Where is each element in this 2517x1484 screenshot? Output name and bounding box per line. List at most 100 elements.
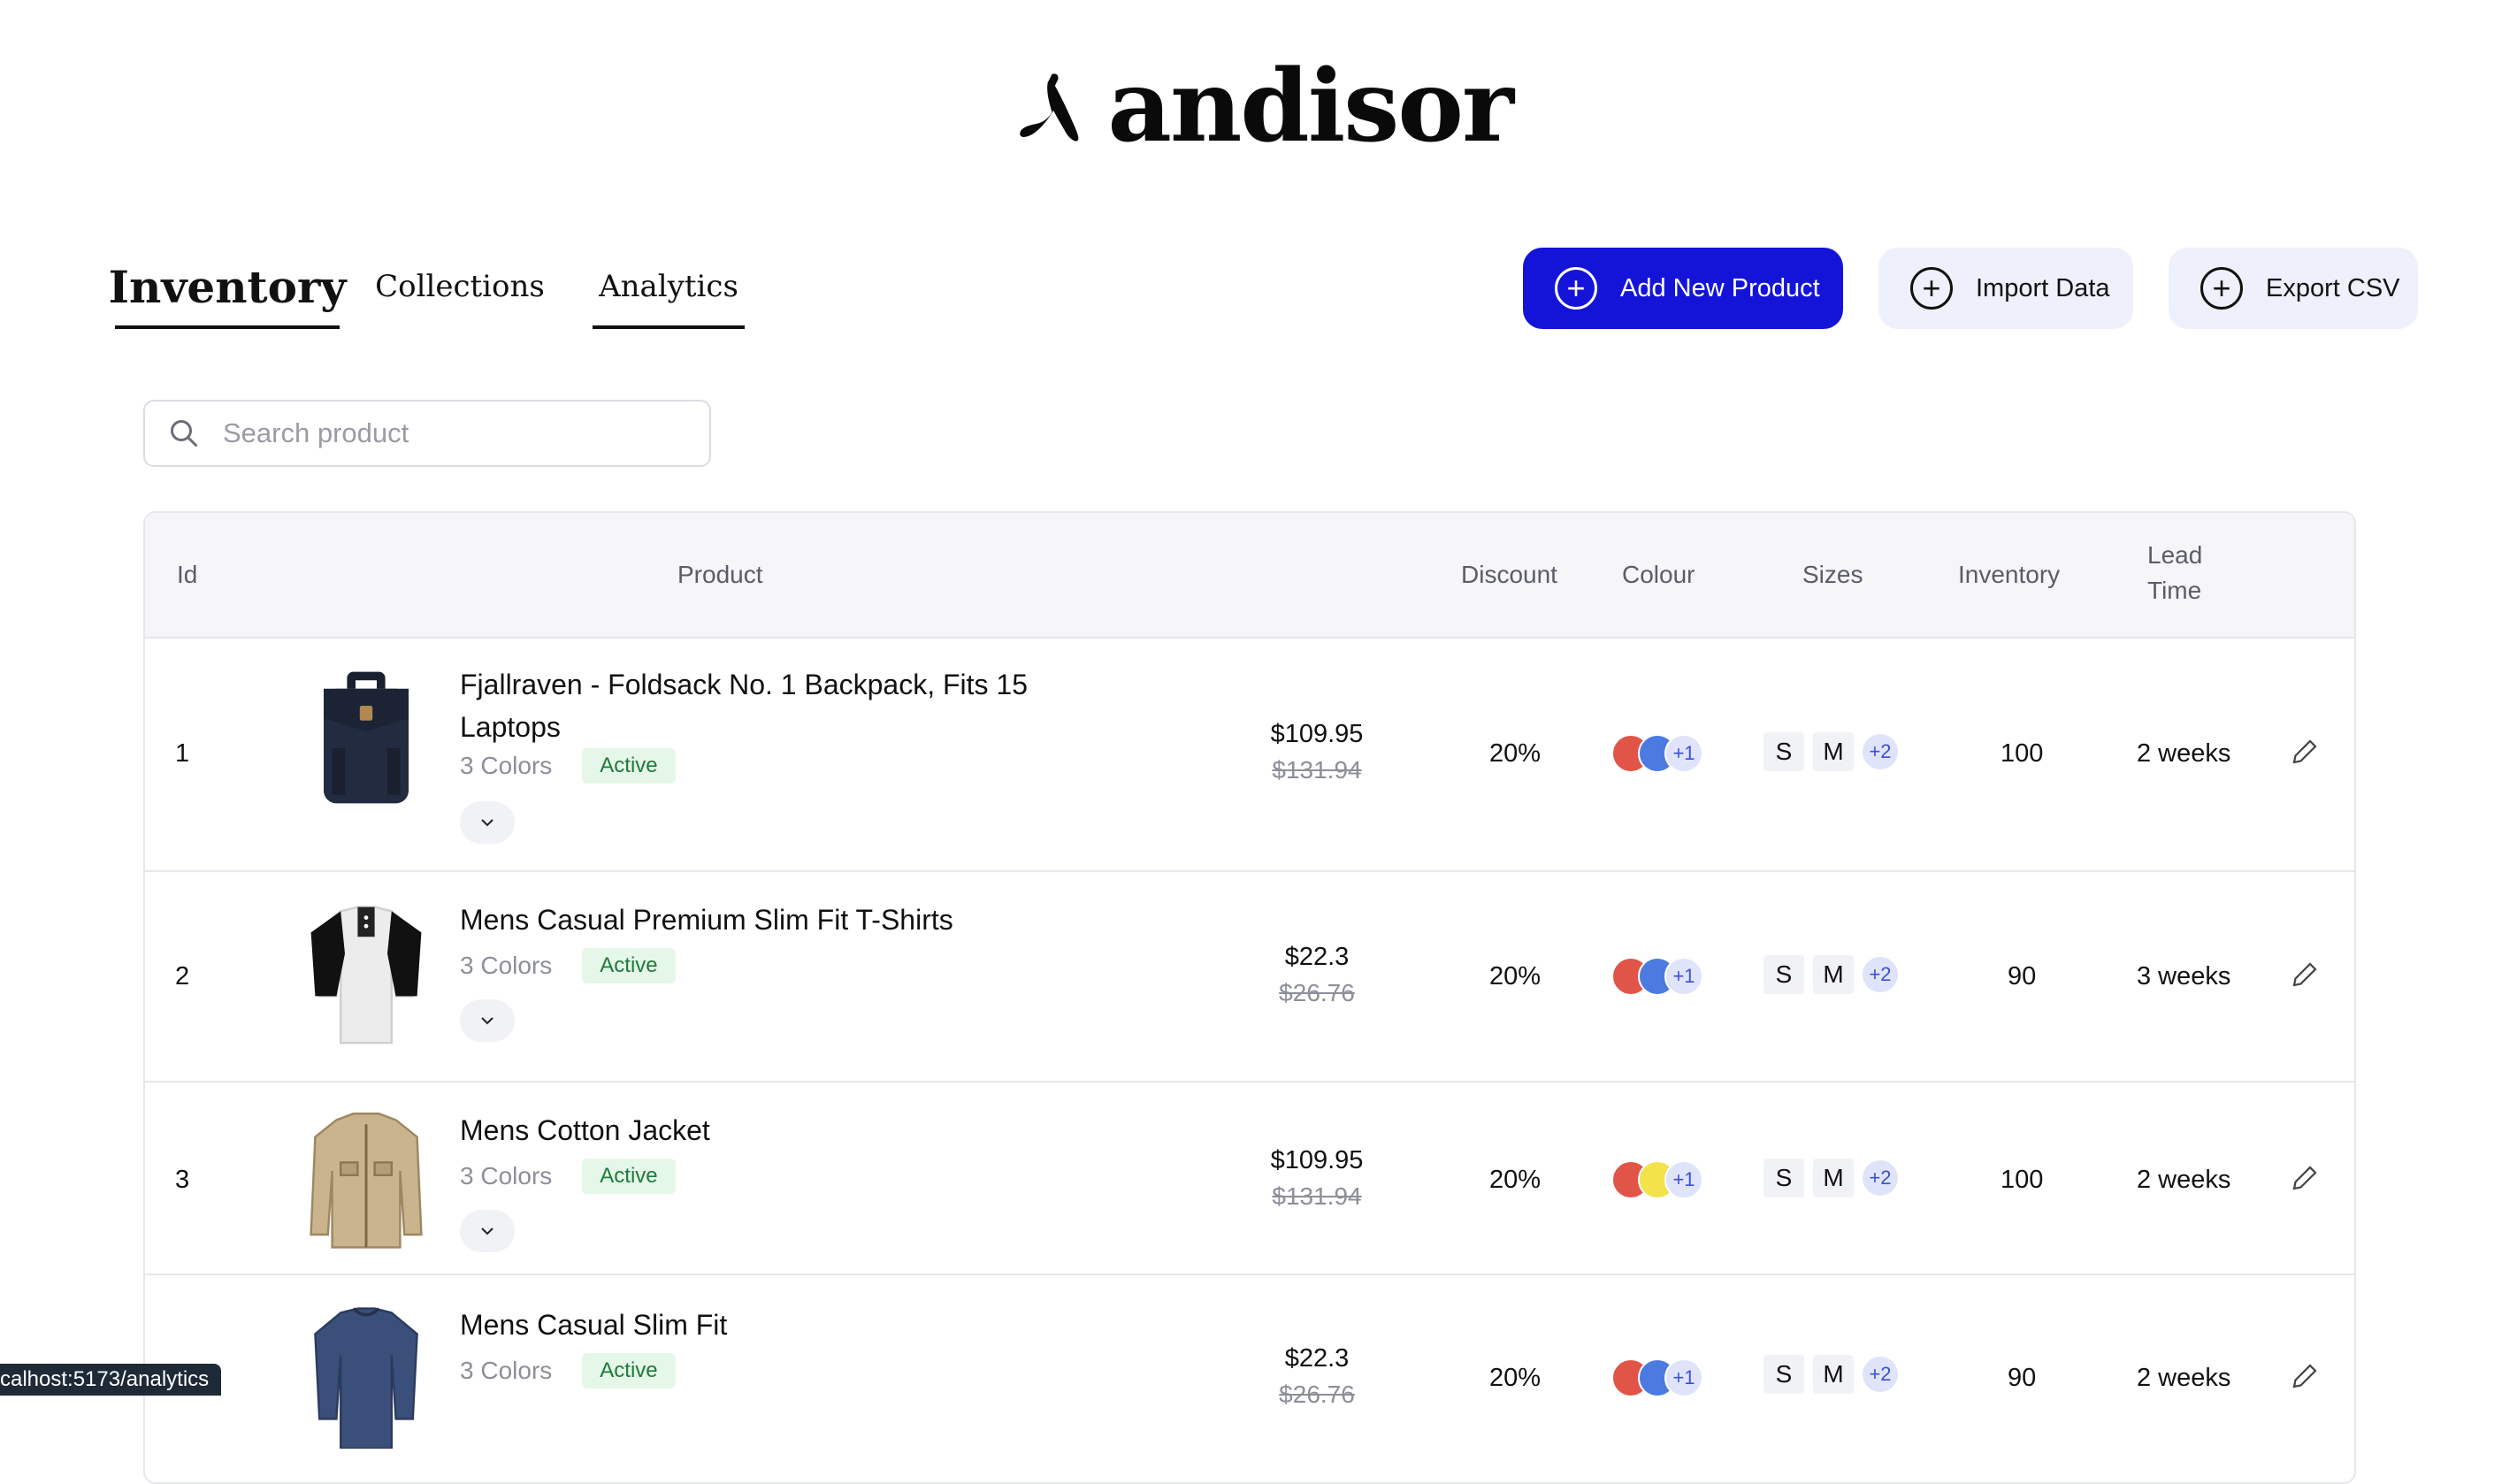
lead-time: 2 weeks (2137, 1364, 2231, 1392)
import-data-button[interactable]: + Import Data (1878, 248, 2133, 329)
table-row[interactable]: 2 Mens Casual Premium Slim Fit T-Shirts … (145, 872, 2354, 1082)
expand-button[interactable] (460, 801, 515, 844)
size-chip: S (1763, 732, 1804, 771)
edit-pencil-icon[interactable] (2289, 1162, 2321, 1194)
header-colour: Colour (1622, 561, 1695, 588)
original-price: $131.94 (1272, 1182, 1362, 1210)
tab-collections[interactable]: Collections (371, 248, 548, 325)
andisor-logo-icon (1020, 73, 1079, 142)
size-chip: M (1813, 1159, 1854, 1197)
search-icon (171, 420, 197, 447)
product-meta: 3 Colors Active (460, 1159, 676, 1194)
more-colors: +1 (1664, 734, 1703, 773)
import-data-label: Import Data (1976, 273, 2110, 302)
inventory-count: 90 (2008, 962, 2037, 991)
more-colors: +1 (1664, 1160, 1703, 1199)
discount: 20% (1489, 962, 1542, 991)
lead-time: 3 weeks (2137, 962, 2231, 991)
product-name: Mens Cotton Jacket (460, 1114, 710, 1146)
add-new-product-label: Add New Product (1620, 273, 1820, 302)
shirt-image (314, 1307, 418, 1449)
header-inventory: Inventory (1958, 561, 2061, 588)
product-name: Mens Casual Slim Fit (460, 1309, 728, 1341)
discount: 20% (1489, 739, 1542, 768)
table-row[interactable]: 3 Mens Cotton Jacket 3 Colors Active $10… (145, 1082, 2354, 1275)
product-meta: 3 Colors Active (460, 748, 676, 784)
color-count: 3 Colors (460, 1162, 553, 1189)
plus-circle-icon: + (1910, 267, 1953, 310)
product-name: Mens Casual Premium Slim Fit T-Shirts (460, 904, 953, 936)
original-price: $26.76 (1279, 979, 1355, 1006)
chevron-down-icon (481, 819, 493, 827)
original-price: $26.76 (1279, 1381, 1355, 1408)
color-swatches: +1 (1611, 734, 1703, 773)
lead-time: 2 weeks (2137, 739, 2231, 768)
add-new-product-button[interactable]: + Add New Product (1523, 248, 1843, 329)
header-discount: Discount (1461, 561, 1557, 588)
expand-button[interactable] (460, 1210, 515, 1252)
price: $22.3 $26.76 (1242, 943, 1392, 1007)
size-chip: S (1763, 1159, 1804, 1197)
row-id: 1 (175, 739, 190, 768)
more-sizes: +2 (1863, 1357, 1898, 1392)
more-sizes: +2 (1863, 1160, 1898, 1196)
chevron-down-icon (481, 1017, 493, 1025)
edit-pencil-icon[interactable] (2289, 736, 2321, 768)
color-count: 3 Colors (460, 752, 553, 779)
current-price: $22.3 (1284, 1344, 1350, 1373)
header-product: Product (677, 561, 763, 588)
lead-time: 2 weeks (2137, 1166, 2231, 1194)
price: $109.95 $131.94 (1242, 720, 1392, 784)
price: $109.95 $131.94 (1242, 1146, 1392, 1211)
browser-status-url: calhost:5173/analytics (0, 1364, 222, 1396)
tab-analytics[interactable]: Analytics (593, 248, 745, 329)
status-badge: Active (582, 1353, 676, 1388)
export-csv-button[interactable]: + Export CSV (2169, 248, 2418, 329)
product-table: Id Product Discount Colour Sizes Invento… (143, 511, 2356, 1484)
original-price: $131.94 (1272, 756, 1362, 784)
current-price: $22.3 (1284, 943, 1350, 971)
table-row[interactable]: 1 Fjallraven - Foldsack No. 1 Backpack, … (145, 637, 2354, 872)
header-id: Id (177, 561, 198, 588)
brand-name: andisor (1107, 48, 1514, 164)
more-sizes: +2 (1863, 734, 1898, 769)
inventory-count: 100 (2001, 1166, 2044, 1194)
inventory-count: 90 (2008, 1364, 2037, 1392)
edit-pencil-icon[interactable] (2289, 1360, 2321, 1392)
status-badge: Active (582, 748, 676, 784)
size-chip: S (1763, 1355, 1804, 1394)
color-swatches: +1 (1611, 1160, 1703, 1199)
header-lead-time-line1: Lead (2147, 541, 2203, 569)
more-colors: +1 (1664, 957, 1703, 996)
tshirt-image (310, 906, 422, 1044)
product-meta: 3 Colors Active (460, 1353, 676, 1388)
tab-inventory[interactable]: Inventory (109, 248, 346, 329)
size-chip: S (1763, 955, 1804, 994)
search-box (143, 400, 711, 467)
table-row[interactable]: 4 Mens Casual Slim Fit 3 Colors Active $… (145, 1275, 2354, 1482)
edit-pencil-icon[interactable] (2289, 959, 2321, 991)
inventory-count: 100 (2001, 739, 2044, 768)
current-price: $109.95 (1270, 1146, 1364, 1174)
more-sizes: +2 (1863, 957, 1898, 992)
size-list: S M +2 (1763, 1159, 1898, 1197)
brand-logo: andisor (1017, 27, 1514, 186)
color-count: 3 Colors (460, 952, 553, 979)
row-id: 3 (175, 1166, 190, 1194)
status-badge: Active (582, 948, 676, 983)
color-swatches: +1 (1611, 957, 1703, 996)
jacket-image (310, 1113, 423, 1249)
current-price: $109.95 (1270, 720, 1364, 748)
search-input[interactable] (221, 417, 685, 450)
discount: 20% (1489, 1166, 1542, 1194)
row-id: 2 (175, 962, 190, 991)
backpack-image (324, 671, 409, 804)
size-chip: M (1813, 955, 1854, 994)
status-badge: Active (582, 1159, 676, 1194)
size-chip: M (1813, 1355, 1854, 1394)
export-csv-label: Export CSV (2266, 273, 2400, 302)
size-list: S M +2 (1763, 732, 1898, 771)
price: $22.3 $26.76 (1242, 1344, 1392, 1409)
product-name: Fjallraven - Foldsack No. 1 Backpack, Fi… (460, 669, 1029, 743)
expand-button[interactable] (460, 999, 515, 1042)
